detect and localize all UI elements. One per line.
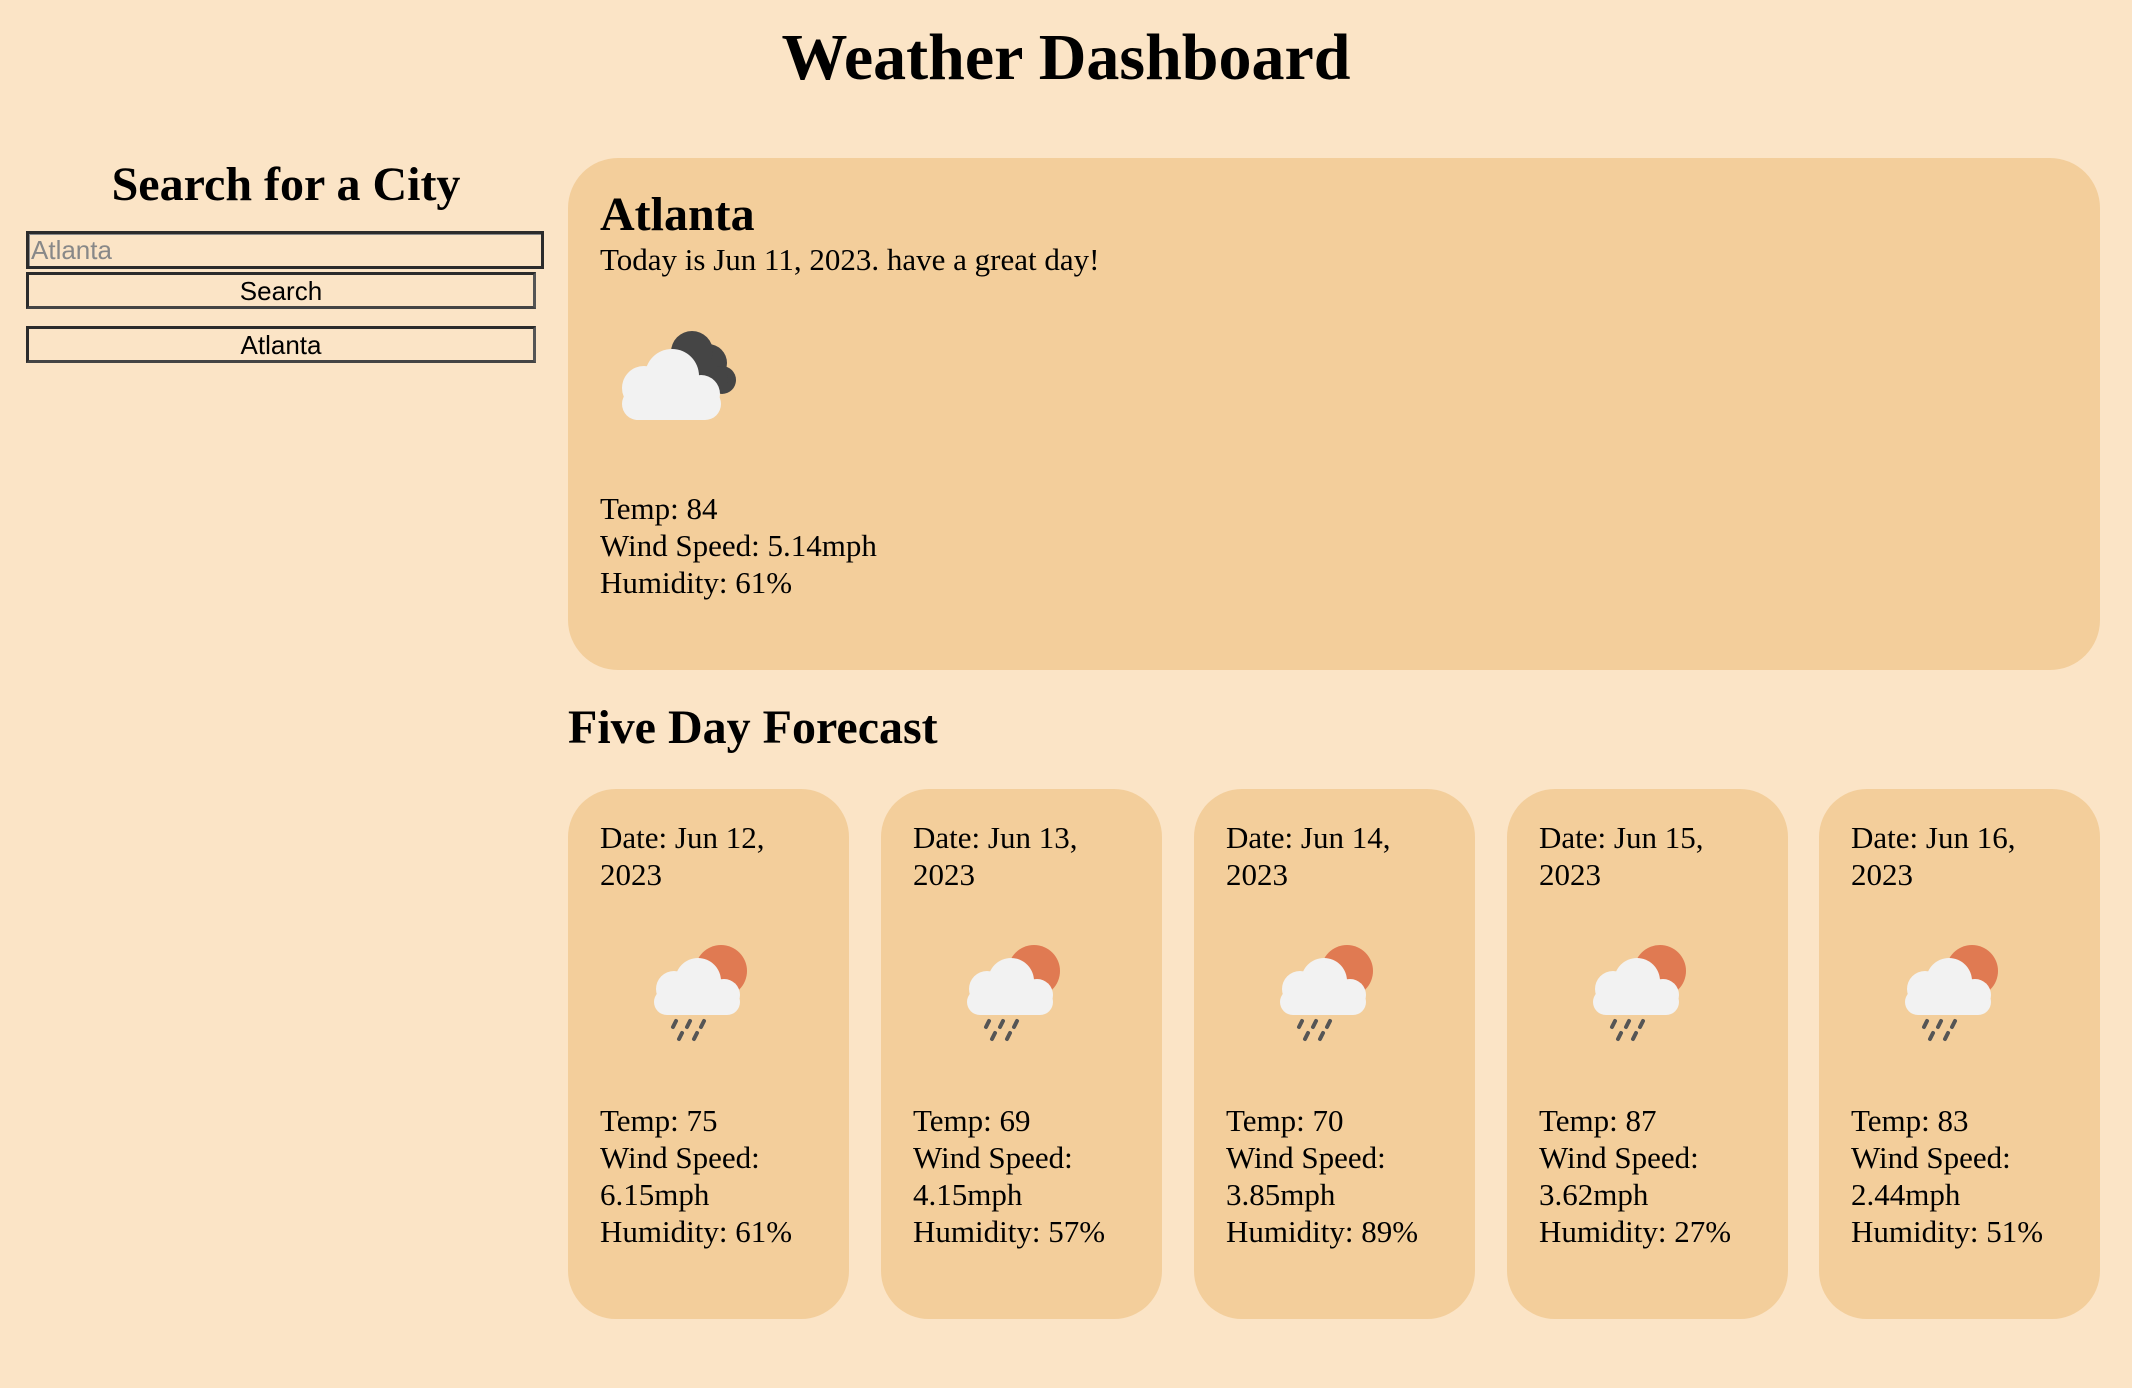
rain-sun-icon — [967, 945, 1060, 1041]
forecast-temp: Temp: 75 — [600, 1103, 718, 1138]
current-date-text: Today is Jun 11, 2023. have a great day! — [600, 242, 1100, 277]
current-temp: Temp: 84 — [600, 491, 718, 526]
forecast-card: Date: Jun 14, 2023 Temp: 70 Wind Speed: … — [1194, 789, 1475, 1319]
forecast-temp: Temp: 69 — [913, 1103, 1031, 1138]
forecast-wind: Wind Speed: 2.44mph — [1851, 1140, 2011, 1212]
forecast-humidity: Humidity: 51% — [1851, 1214, 2044, 1249]
forecast-stats: Temp: 69 Wind Speed: 4.15mph Humidity: 5… — [913, 1102, 1133, 1250]
forecast-wind: Wind Speed: 4.15mph — [913, 1140, 1073, 1212]
forecast-humidity: Humidity: 61% — [600, 1214, 793, 1249]
search-heading: Search for a City — [111, 158, 461, 211]
forecast-card: Date: Jun 12, 2023 Temp: 75 Wind Speed: … — [568, 789, 849, 1319]
forecast-stats: Temp: 70 Wind Speed: 3.85mph Humidity: 8… — [1226, 1102, 1446, 1250]
sidebar: Search for a City Search Atlanta — [26, 155, 546, 363]
forecast-card: Date: Jun 13, 2023 Temp: 69 Wind Speed: … — [881, 789, 1162, 1319]
forecast-date: Date: Jun 13, 2023 — [913, 820, 1078, 892]
forecast-card: Date: Jun 15, 2023 Temp: 87 Wind Speed: … — [1507, 789, 1788, 1319]
current-wind: Wind Speed: 5.14mph — [600, 528, 877, 563]
forecast-humidity: Humidity: 27% — [1539, 1214, 1732, 1249]
forecast-card: Date: Jun 16, 2023 Temp: 83 Wind Speed: … — [1819, 789, 2100, 1319]
forecast-date: Date: Jun 15, 2023 — [1539, 820, 1704, 892]
forecast-date: Date: Jun 16, 2023 — [1851, 820, 2016, 892]
forecast-stats: Temp: 75 Wind Speed: 6.15mph Humidity: 6… — [600, 1102, 820, 1250]
forecast-date: Date: Jun 12, 2023 — [600, 820, 765, 892]
forecast-wind: Wind Speed: 3.62mph — [1539, 1140, 1699, 1212]
current-weather-card: Atlanta Today is Jun 11, 2023. have a gr… — [568, 158, 2100, 670]
forecast-wind: Wind Speed: 3.85mph — [1226, 1140, 1386, 1212]
forecast-stats: Temp: 87 Wind Speed: 3.62mph Humidity: 2… — [1539, 1102, 1759, 1250]
page-title: Weather Dashboard — [781, 21, 1351, 94]
current-stats: Temp: 84 Wind Speed: 5.14mph Humidity: 6… — [600, 490, 877, 601]
forecast-humidity: Humidity: 57% — [913, 1214, 1106, 1249]
current-city-name: Atlanta — [600, 188, 755, 241]
forecast-heading: Five Day Forecast — [568, 701, 938, 754]
forecast-humidity: Humidity: 89% — [1226, 1214, 1419, 1249]
forecast-wind: Wind Speed: 6.15mph — [600, 1140, 760, 1212]
rain-sun-icon — [1905, 945, 1998, 1041]
history-city-button[interactable]: Atlanta — [26, 326, 536, 363]
search-button[interactable]: Search — [26, 272, 536, 309]
rain-sun-icon — [654, 945, 747, 1041]
forecast-list: Date: Jun 12, 2023 Temp: 75 Wind Speed: … — [568, 789, 2100, 1319]
city-search-input[interactable] — [26, 231, 544, 269]
cloudy-night-icon — [622, 331, 736, 420]
rain-sun-icon — [1280, 945, 1373, 1041]
forecast-temp: Temp: 70 — [1226, 1103, 1344, 1138]
current-humidity: Humidity: 61% — [600, 565, 793, 600]
forecast-date: Date: Jun 14, 2023 — [1226, 820, 1391, 892]
forecast-stats: Temp: 83 Wind Speed: 2.44mph Humidity: 5… — [1851, 1102, 2071, 1250]
rain-sun-icon — [1593, 945, 1686, 1041]
forecast-temp: Temp: 83 — [1851, 1103, 1969, 1138]
forecast-temp: Temp: 87 — [1539, 1103, 1657, 1138]
